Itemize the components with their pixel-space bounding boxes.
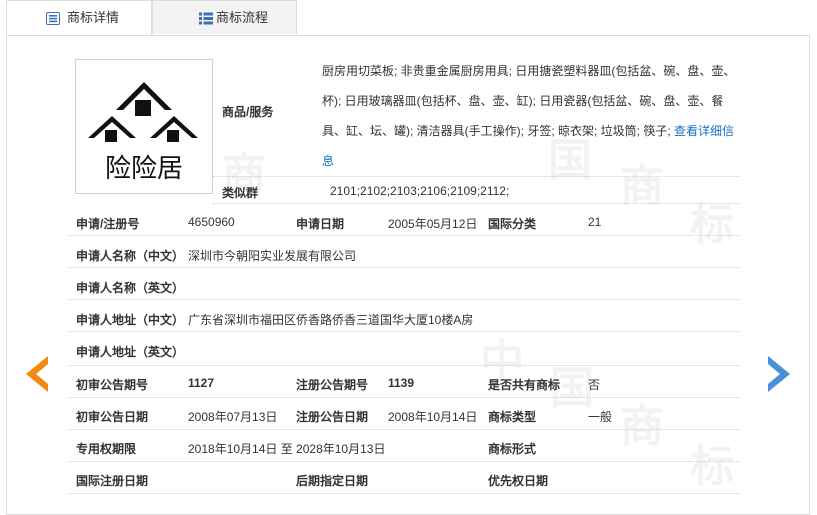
list-detail-icon bbox=[46, 12, 60, 25]
type-label: 商标类型 bbox=[488, 410, 537, 424]
intl-class-label: 国际分类 bbox=[488, 217, 537, 231]
prelim-no-value: 1127 bbox=[188, 376, 215, 390]
similar-group-label: 类似群 bbox=[222, 186, 259, 200]
goods-label: 商品/服务 bbox=[222, 105, 274, 119]
address-cn-value: 广东省深圳市福田区侨香路侨香三道国华大厦10楼A房 bbox=[188, 313, 474, 327]
shared-label: 是否共有商标 bbox=[488, 378, 561, 392]
reg-no-value: 4650960 bbox=[188, 215, 235, 229]
tab-label: 商标流程 bbox=[216, 10, 269, 25]
prelim-no-label: 初审公告期号 bbox=[76, 378, 149, 392]
form-label: 商标形式 bbox=[488, 442, 537, 456]
next-arrow-icon[interactable] bbox=[766, 354, 792, 394]
table-row bbox=[68, 430, 739, 462]
trademark-text: 险险居 bbox=[104, 154, 183, 184]
applicant-cn-value: 深圳市今朝阳实业发展有限公司 bbox=[188, 249, 357, 263]
goods-text: 厨房用切菜板; 非贵重金属厨房用具; 日用搪瓷塑料器皿(包括盆、碗、盘、壶、杯)… bbox=[322, 56, 740, 176]
shared-value: 否 bbox=[588, 378, 601, 392]
tab-trademark-detail[interactable]: 商标详情 bbox=[6, 0, 152, 36]
similar-group-value: 2101;2102;2103;2106;2109;2112; bbox=[330, 184, 510, 198]
type-value: 一般 bbox=[588, 410, 613, 424]
apply-date-label: 申请日期 bbox=[296, 217, 345, 231]
tab-bar: 商标详情 商标流程 bbox=[6, 0, 810, 36]
prelim-date-value: 2008年07月13日 bbox=[188, 410, 278, 424]
apply-date-value: 2005年05月12日 bbox=[388, 217, 478, 231]
rights-value: 2018年10月14日 至 2028年10月13日 bbox=[188, 442, 386, 456]
priority-date-label: 优先权日期 bbox=[488, 474, 549, 488]
tab-label: 商标详情 bbox=[67, 10, 120, 25]
later-date-label: 后期指定日期 bbox=[296, 474, 369, 488]
tab-trademark-process[interactable]: 商标流程 bbox=[152, 0, 297, 34]
applicant-en-label: 申请人名称（英文） bbox=[76, 281, 185, 295]
applicant-cn-label: 申请人名称（中文） bbox=[76, 249, 185, 263]
prelim-date-label: 初审公告日期 bbox=[76, 410, 149, 424]
prev-arrow-icon[interactable] bbox=[24, 354, 50, 394]
trademark-image: 险险居 bbox=[75, 59, 213, 194]
address-cn-label: 申请人地址（中文） bbox=[76, 313, 185, 327]
reg-date-label: 注册公告日期 bbox=[296, 410, 369, 424]
reg-announce-no-value: 1139 bbox=[388, 376, 415, 390]
intl-reg-date-label: 国际注册日期 bbox=[76, 474, 149, 488]
rights-label: 专用权期限 bbox=[76, 442, 137, 456]
address-en-label: 申请人地址（英文） bbox=[76, 345, 185, 359]
reg-announce-no-label: 注册公告期号 bbox=[296, 378, 369, 392]
reg-no-label: 申请/注册号 bbox=[76, 217, 140, 231]
table-row bbox=[68, 462, 739, 494]
reg-date-value: 2008年10月14日 bbox=[388, 410, 478, 424]
list-icon bbox=[199, 12, 213, 25]
intl-class-value: 21 bbox=[588, 215, 602, 229]
